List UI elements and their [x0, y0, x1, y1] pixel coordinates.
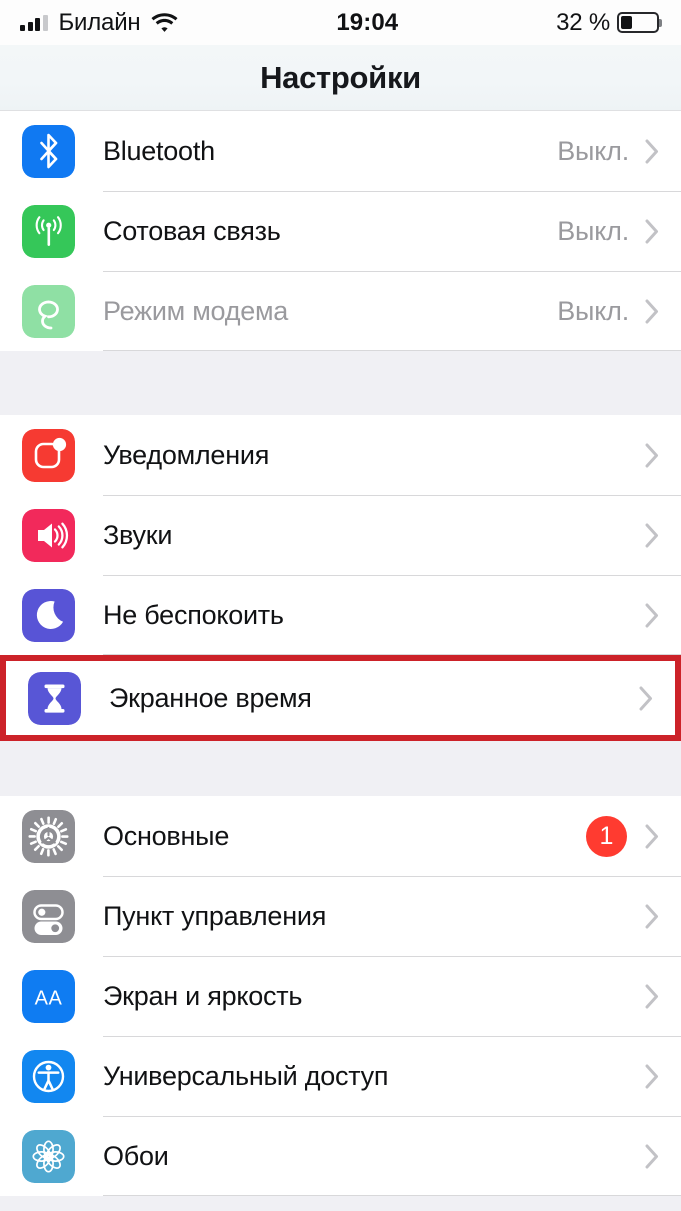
chevron-right-icon	[639, 686, 653, 711]
cellular-signal-icon	[20, 14, 48, 31]
settings-group-alerts: Уведомления Звуки Не беспокоить	[0, 415, 681, 655]
moon-icon	[22, 588, 75, 642]
battery-icon	[617, 12, 659, 33]
text-size-aa-icon: AA	[22, 969, 75, 1023]
settings-row-label: Уведомления	[103, 439, 270, 470]
navigation-bar: Настройки	[0, 45, 681, 111]
highlight-annotation-screen-time: Экранное время	[0, 655, 681, 741]
battery-percent-label: 32 %	[556, 8, 610, 36]
settings-row-label: Сотовая связь	[103, 215, 281, 246]
settings-row-label: Пункт управления	[103, 900, 327, 931]
settings-row-label: Режим модема	[103, 295, 289, 326]
settings-row-label: Экран и яркость	[103, 980, 303, 1011]
settings-row-label: Звуки	[103, 519, 173, 550]
group-gap	[0, 351, 681, 415]
wifi-icon	[151, 12, 178, 33]
toggles-icon	[22, 889, 75, 943]
svg-text:AA: AA	[35, 987, 63, 1009]
settings-row-label: Основные	[103, 820, 230, 851]
speaker-icon	[22, 508, 75, 562]
settings-row-do-not-disturb[interactable]: Не беспокоить	[0, 575, 681, 655]
settings-row-accessibility[interactable]: Универсальный доступ	[0, 1036, 681, 1116]
carrier-label: Билайн	[58, 8, 141, 36]
accessibility-icon	[22, 1049, 75, 1103]
settings-row-value: Выкл.	[557, 295, 629, 326]
settings-group-connectivity: Bluetooth Выкл. Сотовая связь Выкл. Режи…	[0, 111, 681, 351]
settings-row-label: Экранное время	[109, 682, 312, 713]
settings-group-system: Основные 1 Пункт управления AA Экран и я…	[0, 796, 681, 1196]
status-bar-left: Билайн	[20, 8, 178, 36]
cellular-antenna-icon	[22, 204, 75, 258]
settings-row-screen-time[interactable]: Экранное время	[6, 661, 675, 735]
group-gap	[0, 741, 681, 796]
gear-icon	[22, 809, 75, 863]
settings-row-label: Bluetooth	[103, 135, 215, 166]
settings-row-cellular[interactable]: Сотовая связь Выкл.	[0, 191, 681, 271]
status-bar-right: 32 %	[556, 9, 659, 37]
chevron-right-icon	[645, 904, 659, 929]
chevron-right-icon	[645, 1144, 659, 1169]
notifications-icon	[22, 428, 75, 482]
settings-row-control-center[interactable]: Пункт управления	[0, 876, 681, 956]
chevron-right-icon	[645, 443, 659, 468]
settings-group-screen-time: Экранное время	[6, 661, 675, 735]
settings-row-label: Обои	[103, 1140, 169, 1171]
settings-row-value: Выкл.	[557, 135, 629, 166]
settings-row-sounds[interactable]: Звуки	[0, 495, 681, 575]
status-badge: 1	[586, 815, 627, 857]
settings-row-label: Не беспокоить	[103, 599, 284, 630]
personal-hotspot-icon	[22, 284, 75, 338]
settings-list[interactable]: Bluetooth Выкл. Сотовая связь Выкл. Режи…	[0, 111, 681, 1211]
chevron-right-icon	[645, 824, 659, 849]
hourglass-icon	[28, 671, 81, 725]
clock-label: 19:04	[336, 8, 399, 36]
wallpaper-flower-icon	[22, 1129, 75, 1183]
bluetooth-icon	[22, 124, 75, 178]
settings-row-hotspot[interactable]: Режим модема Выкл.	[0, 271, 681, 351]
settings-row-notifications[interactable]: Уведомления	[0, 415, 681, 495]
settings-row-wallpaper[interactable]: Обои	[0, 1116, 681, 1196]
chevron-right-icon	[645, 139, 659, 164]
chevron-right-icon	[645, 523, 659, 548]
chevron-right-icon	[645, 984, 659, 1009]
settings-row-general[interactable]: Основные 1	[0, 796, 681, 876]
chevron-right-icon	[645, 219, 659, 244]
status-bar-center: 19:04	[178, 9, 556, 37]
page-title: Настройки	[260, 59, 421, 95]
settings-row-value: Выкл.	[557, 215, 629, 246]
settings-row-bluetooth[interactable]: Bluetooth Выкл.	[0, 111, 681, 191]
settings-row-label: Универсальный доступ	[103, 1060, 389, 1091]
status-bar: Билайн 19:04 32 %	[0, 0, 681, 45]
chevron-right-icon	[645, 603, 659, 628]
settings-row-display[interactable]: AA Экран и яркость	[0, 956, 681, 1036]
chevron-right-icon	[645, 1064, 659, 1089]
settings-screen: Билайн 19:04 32 % Настройки Bluetooth Вы…	[0, 0, 681, 1211]
chevron-right-icon	[645, 299, 659, 324]
